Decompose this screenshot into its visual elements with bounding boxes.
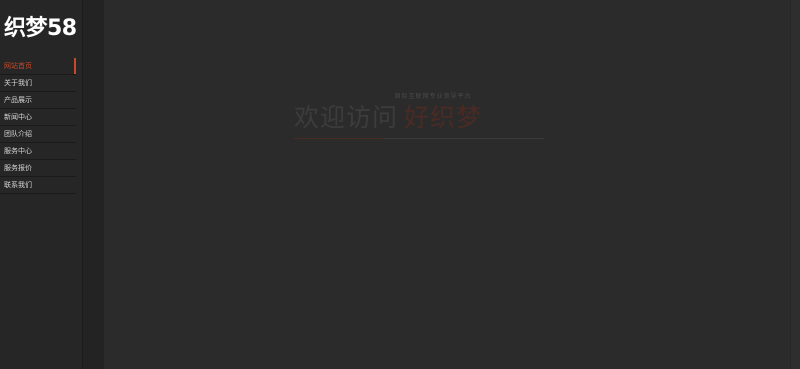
welcome-title: 欢迎访问 好织梦 bbox=[294, 102, 544, 134]
nav-item-pricing[interactable]: 服务报价 bbox=[0, 160, 76, 177]
nav-item-news[interactable]: 新闻中心 bbox=[0, 109, 76, 126]
sidebar: 织梦58 网站首页 关于我们 产品展示 新闻中心 团队介绍 服务中心 服务报价 … bbox=[0, 0, 83, 369]
nav-item-about[interactable]: 关于我们 bbox=[0, 75, 76, 92]
sidebar-gutter bbox=[83, 0, 104, 369]
page: 织梦58 网站首页 关于我们 产品展示 新闻中心 团队介绍 服务中心 服务报价 … bbox=[0, 0, 800, 369]
welcome-banner: 国际互联网专业领导平台 欢迎访问 好织梦 bbox=[294, 92, 544, 139]
site-logo[interactable]: 织梦58 bbox=[4, 14, 77, 44]
nav-item-team[interactable]: 团队介绍 bbox=[0, 126, 76, 143]
welcome-title-accent: 好织梦 bbox=[404, 103, 483, 132]
welcome-divider bbox=[294, 138, 544, 139]
nav-item-products[interactable]: 产品展示 bbox=[0, 92, 76, 109]
nav-item-services[interactable]: 服务中心 bbox=[0, 143, 76, 160]
welcome-subtitle: 国际互联网专业领导平台 bbox=[394, 93, 472, 100]
main-nav: 网站首页 关于我们 产品展示 新闻中心 团队介绍 服务中心 服务报价 联系我们 bbox=[0, 58, 76, 194]
nav-item-contact[interactable]: 联系我们 bbox=[0, 177, 76, 194]
welcome-title-main: 欢迎访问 bbox=[294, 103, 399, 132]
nav-item-home[interactable]: 网站首页 bbox=[0, 58, 76, 75]
page-scrollbar[interactable] bbox=[790, 0, 800, 369]
main-content: 国际互联网专业领导平台 欢迎访问 好织梦 bbox=[104, 0, 791, 369]
